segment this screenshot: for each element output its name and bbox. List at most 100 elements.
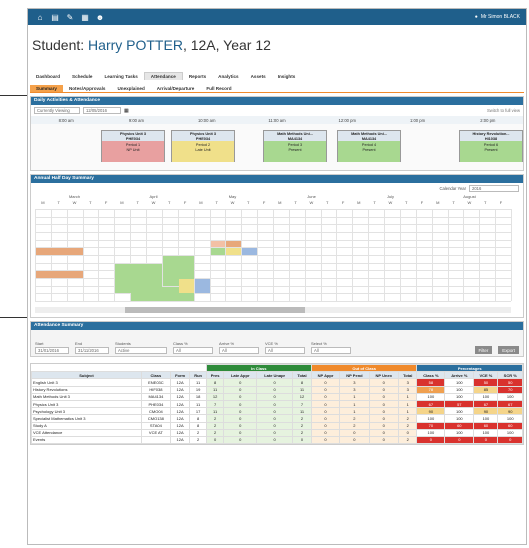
arrive-pct-select[interactable]: All — [219, 347, 259, 354]
column-header[interactable]: Class % — [416, 371, 446, 380]
attendance-grid — [35, 209, 512, 302]
table-cell: 0 — [205, 435, 225, 445]
table-cell: PHE034 — [141, 399, 171, 409]
column-header[interactable]: Class — [141, 371, 171, 380]
table-row[interactable]: Events 12A 2 0 0 0 0 0 0 0 2 0 0 0 0 — [31, 435, 523, 445]
column-header[interactable]: Late Unapr — [256, 371, 294, 380]
tab-full-record[interactable]: Full Record — [200, 85, 237, 92]
table-row[interactable]: Math Methods Unit 3 MA4134 12A 18 12 0 0 12 0 1 0 1… — [31, 392, 523, 401]
home-icon[interactable]: ⌂ — [34, 11, 46, 23]
table-cell: 12A — [169, 414, 191, 423]
present-block[interactable] — [210, 248, 226, 255]
date-field[interactable]: 12/05/2016 — [83, 107, 121, 114]
table-cell: 0 — [310, 392, 341, 401]
column-header[interactable]: Total — [397, 371, 418, 380]
column-header[interactable]: Subject — [31, 371, 142, 380]
table-cell: 0 — [368, 428, 399, 437]
end-date-field[interactable]: 31/11/2016 — [75, 347, 109, 354]
filter-button[interactable]: Filter — [474, 346, 493, 354]
tab-summary[interactable]: Summary — [30, 85, 63, 92]
tab-arrival-departure[interactable]: Arrival/Departure — [151, 85, 201, 92]
late-block[interactable] — [178, 279, 194, 294]
tab-notes-approvals[interactable]: Notes/Approvals — [63, 85, 112, 92]
year-select[interactable]: 2016 — [469, 184, 519, 192]
table-cell: 0 — [339, 435, 370, 445]
column-header[interactable]: Run — [189, 371, 207, 380]
absent-block[interactable] — [36, 248, 83, 255]
people-icon[interactable]: ☻ — [94, 11, 106, 23]
excursion-block[interactable] — [242, 248, 258, 255]
table-row[interactable]: History Revolutions HIF038 12A 19 11 0 0 11 0 3 0 3… — [31, 385, 523, 394]
lesson-card[interactable]: Physics Unit 3 PHE034 Period 2 Late Unit — [171, 130, 235, 162]
absent-block[interactable] — [210, 240, 226, 248]
select-pct-select[interactable]: All — [311, 347, 351, 354]
table-cell: 8 — [189, 414, 207, 423]
table-cell: 12A — [169, 392, 191, 401]
nav-insights[interactable]: Insights — [272, 73, 302, 80]
table-row[interactable]: Physics Unit 3 PHE034 12A 11 7 0 0 7 0 1 0 1 67 57 67 6… — [31, 399, 523, 409]
calendar-picker-icon[interactable]: ▦ — [124, 108, 129, 114]
column-header[interactable]: NP Pend — [339, 371, 370, 380]
class-pct-select[interactable]: All — [173, 347, 213, 354]
table-row[interactable]: English Unit 3 ENE03C 12A 11 8 0 0 8 0 3 0 3 58 100 50… — [31, 378, 523, 387]
lesson-card[interactable]: Physics Unit 3 PHE034 Period 1 NP Unit — [101, 130, 165, 162]
table-row[interactable]: Psychology Unit 3 CMO04 12A 17 11 0 0 11 0 1 0 1 90 1… — [31, 407, 523, 416]
lesson-card[interactable]: History Revolution... HI1038 Period 6 Pres… — [459, 130, 523, 162]
vce-pct-select[interactable]: All — [265, 347, 305, 354]
nav-assets[interactable]: Assets — [245, 73, 272, 80]
weekday-label: T — [136, 199, 139, 205]
table-cell: 0 — [256, 399, 294, 409]
late-block[interactable] — [226, 248, 242, 255]
table-cell: 12A — [169, 378, 191, 387]
table-cell: 1 — [339, 399, 370, 409]
export-button[interactable]: Export — [498, 346, 519, 354]
column-header[interactable]: Form — [169, 371, 191, 380]
tab-unexplained[interactable]: Unexplained — [111, 85, 150, 92]
table-cell: 67 — [473, 399, 499, 409]
table-cell: 60 — [473, 421, 499, 430]
absent-block[interactable] — [226, 240, 242, 248]
absent-block[interactable] — [36, 271, 83, 278]
horizontal-scrollbar[interactable] — [35, 307, 511, 313]
nav-schedule[interactable]: Schedule — [66, 73, 98, 80]
table-row[interactable]: VCE Attendance VCE AT 12A 2 2 0 0 2 0 0 0 0 100 100 10… — [31, 428, 523, 437]
column-header[interactable]: Arrive % — [444, 371, 475, 380]
view-toggle-link[interactable]: Switch to full view — [487, 108, 520, 113]
table-cell: 12 — [205, 392, 225, 401]
column-header[interactable]: Pres — [205, 371, 225, 380]
nav-attendance[interactable]: Attendance — [143, 72, 183, 80]
table-cell: 0 — [223, 414, 258, 423]
weekday-label: M — [278, 199, 282, 205]
table-row[interactable]: Specialist Mathematics Unit 3 CMO138 12A 8 2… — [31, 414, 523, 423]
students-select[interactable]: Active — [115, 347, 167, 354]
table-cell: 12A — [169, 385, 191, 394]
weekday-label: W — [309, 199, 314, 205]
view-select[interactable]: Currently Viewing — [34, 107, 80, 114]
column-header[interactable]: SCR % — [497, 371, 523, 380]
grid-icon[interactable]: ▦ — [79, 11, 91, 23]
table-cell: 100 — [416, 392, 446, 401]
table-cell: 0 — [223, 407, 258, 416]
summary-table-panel: In Class Out of Class Percentages Subjec… — [30, 363, 524, 446]
table-cell: STA04 — [141, 421, 171, 430]
nav-analytics[interactable]: Analytics — [212, 73, 244, 80]
table-cell: 11 — [292, 407, 312, 416]
column-header[interactable]: NP Unex — [368, 371, 399, 380]
column-header[interactable]: VCE % — [473, 371, 499, 380]
column-header[interactable]: Total — [292, 371, 312, 380]
start-date-field[interactable]: 31/01/2016 — [35, 347, 69, 354]
user-menu[interactable]: ● Mr Simon BLACK — [475, 14, 520, 20]
edit-icon[interactable]: ✎ — [64, 11, 76, 23]
nav-reports[interactable]: Reports — [183, 73, 212, 80]
table-cell: 1 — [397, 407, 418, 416]
weekday-label: T — [247, 199, 250, 205]
nav-learning-tasks[interactable]: Learning Tasks — [98, 73, 143, 80]
excursion-block[interactable] — [194, 279, 210, 294]
lesson-card[interactable]: Math Methods Uni... MA4134 Period 4 Presen… — [337, 130, 401, 162]
column-header[interactable]: NP Appr — [310, 371, 341, 380]
lesson-card[interactable]: Math Methods Uni... MA4134 Period 3 Presen… — [263, 130, 327, 162]
calendar-icon[interactable]: ▤ — [49, 11, 61, 23]
table-row[interactable]: Study A STA04 12A 8 2 0 0 2 0 2 0 2 70 60 60 60 — [31, 421, 523, 430]
nav-dashboard[interactable]: Dashboard — [30, 73, 66, 80]
column-header[interactable]: Late Appr — [223, 371, 258, 380]
